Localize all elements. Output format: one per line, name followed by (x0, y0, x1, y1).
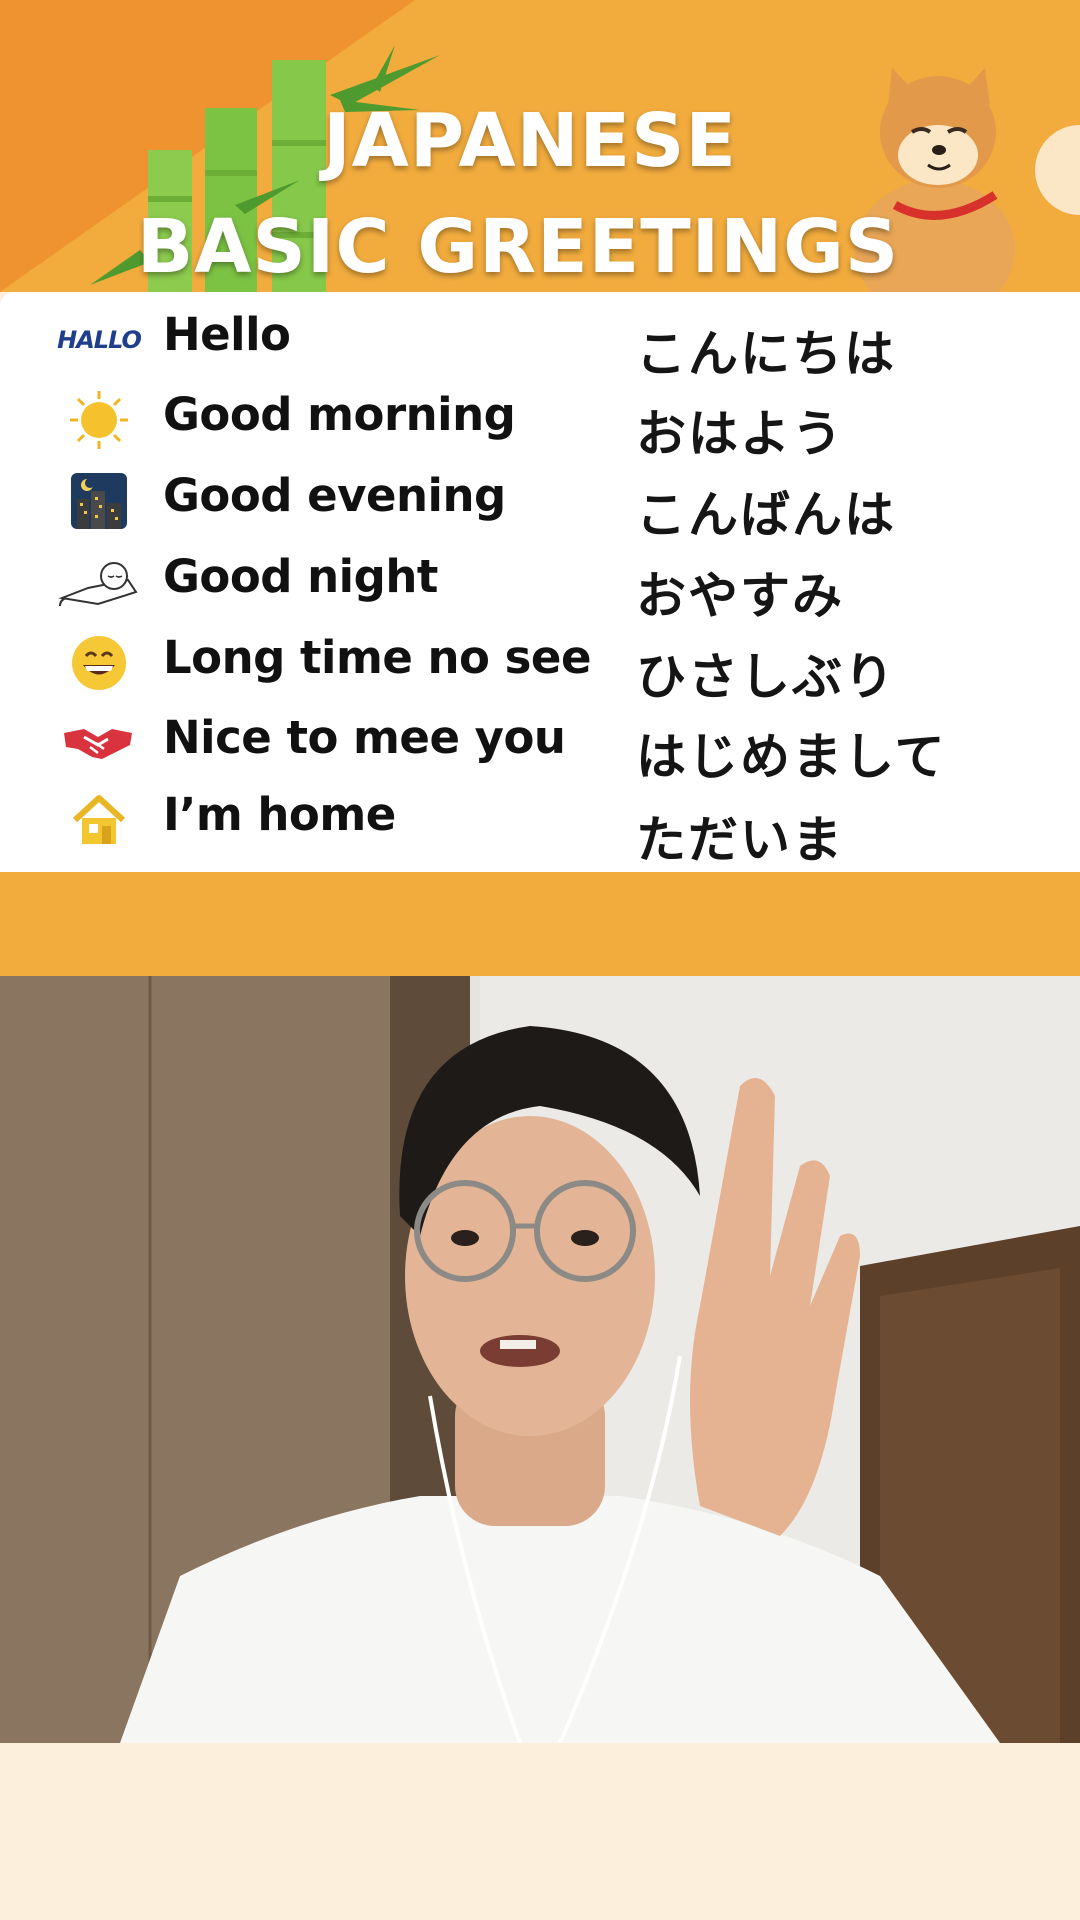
greeting-row-hello: HALLO Hello こんにちは (0, 300, 1080, 383)
japanese-greeting: おやすみ (636, 567, 844, 625)
presenter-video (0, 976, 1080, 1743)
orange-band (0, 872, 1080, 976)
english-greeting: Nice to mee you (163, 711, 566, 764)
japanese-greeting: ひさしぶり (636, 648, 896, 706)
presenter-video-image (0, 976, 1080, 1743)
english-greeting: Long time no see (163, 631, 591, 684)
greeting-row-good-evening: Good evening こんばんは (0, 461, 1080, 544)
english-greeting: Hello (163, 308, 291, 361)
sleeping-icon (56, 542, 140, 622)
handshake-icon (56, 703, 140, 783)
title-line-2: BASIC GREETINGS (136, 204, 900, 290)
english-greeting: I’m home (163, 788, 396, 841)
greeting-row-im-home: I’m home ただいま (0, 780, 1080, 869)
hallo-text-icon: HALLO (57, 326, 142, 354)
greeting-row-good-night: Good night おやすみ (0, 542, 1080, 625)
header-banner: JAPANESE BASIC GREETINGS (0, 0, 1080, 292)
greetings-card: HALLO Hello こんにちは Good morning おはよう Good… (0, 292, 1080, 872)
greeting-row-nice-to-meet-you: Nice to mee you はじめまして (0, 703, 1080, 786)
japanese-greeting: はじめまして (636, 728, 947, 786)
title-line-1: JAPANESE (323, 98, 737, 184)
greeting-row-good-morning: Good morning おはよう (0, 380, 1080, 463)
greeting-row-long-time-no-see: Long time no see ひさしぶり (0, 623, 1080, 706)
sun-icon (58, 380, 140, 460)
english-greeting: Good evening (163, 469, 506, 522)
english-greeting: Good morning (163, 388, 516, 441)
english-greeting: Good night (163, 550, 438, 603)
japanese-greeting: おはよう (636, 405, 844, 463)
night-city-icon (58, 461, 140, 541)
japanese-greeting: こんにちは (636, 325, 896, 383)
grinning-face-icon (58, 623, 140, 703)
bottom-area (0, 1743, 1080, 1920)
japanese-greeting: こんばんは (636, 486, 896, 544)
japanese-greeting: ただいま (636, 811, 844, 869)
house-icon (58, 780, 140, 860)
